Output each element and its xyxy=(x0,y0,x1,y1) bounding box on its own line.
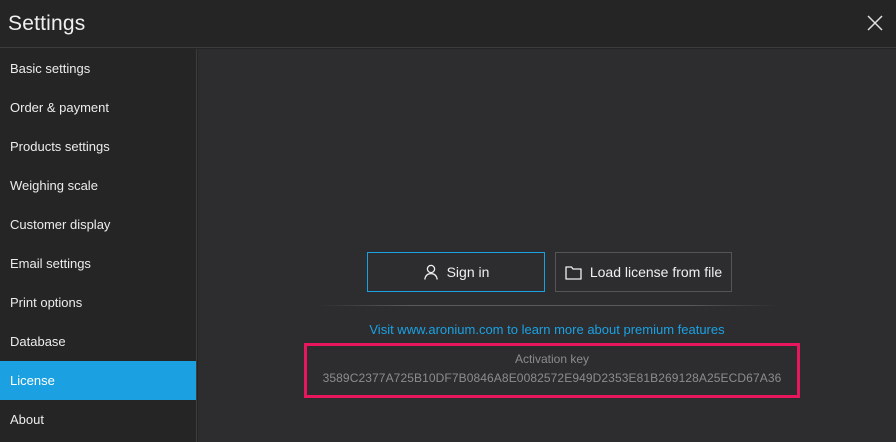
title-bar: Settings xyxy=(0,0,896,48)
user-icon xyxy=(423,264,438,280)
sidebar-item-weighing-scale[interactable]: Weighing scale xyxy=(0,166,196,205)
sidebar-item-about[interactable]: About xyxy=(0,400,196,439)
premium-features-link[interactable]: Visit www.aronium.com to learn more abou… xyxy=(198,322,896,337)
activation-key-value: 3589C2377A725B10DF7B0846A8E0082572E949D2… xyxy=(322,371,782,385)
window-title: Settings xyxy=(8,12,86,35)
divider xyxy=(318,305,778,306)
license-panel: Sign in Load license from file Visit www… xyxy=(198,49,896,442)
load-license-button[interactable]: Load license from file xyxy=(555,252,732,292)
sidebar-item-print-options[interactable]: Print options xyxy=(0,283,196,322)
close-button[interactable] xyxy=(864,12,886,34)
sidebar-item-email-settings[interactable]: Email settings xyxy=(0,244,196,283)
sign-in-label: Sign in xyxy=(446,264,490,280)
folder-icon xyxy=(565,265,582,280)
sidebar-item-products-settings[interactable]: Products settings xyxy=(0,127,196,166)
sidebar-item-customer-display[interactable]: Customer display xyxy=(0,205,196,244)
sidebar-item-database[interactable]: Database xyxy=(0,322,196,361)
activation-key-box: Activation key 3589C2377A725B10DF7B0846A… xyxy=(304,343,800,398)
sign-in-button[interactable]: Sign in xyxy=(367,252,545,292)
activation-key-label: Activation key xyxy=(514,352,590,366)
sidebar-item-license[interactable]: License xyxy=(0,361,196,400)
close-icon xyxy=(867,15,883,31)
load-license-label: Load license from file xyxy=(589,264,723,280)
sidebar-item-basic-settings[interactable]: Basic settings xyxy=(0,49,196,88)
settings-sidebar: Basic settings Order & payment Products … xyxy=(0,49,197,442)
sidebar-item-order-payment[interactable]: Order & payment xyxy=(0,88,196,127)
